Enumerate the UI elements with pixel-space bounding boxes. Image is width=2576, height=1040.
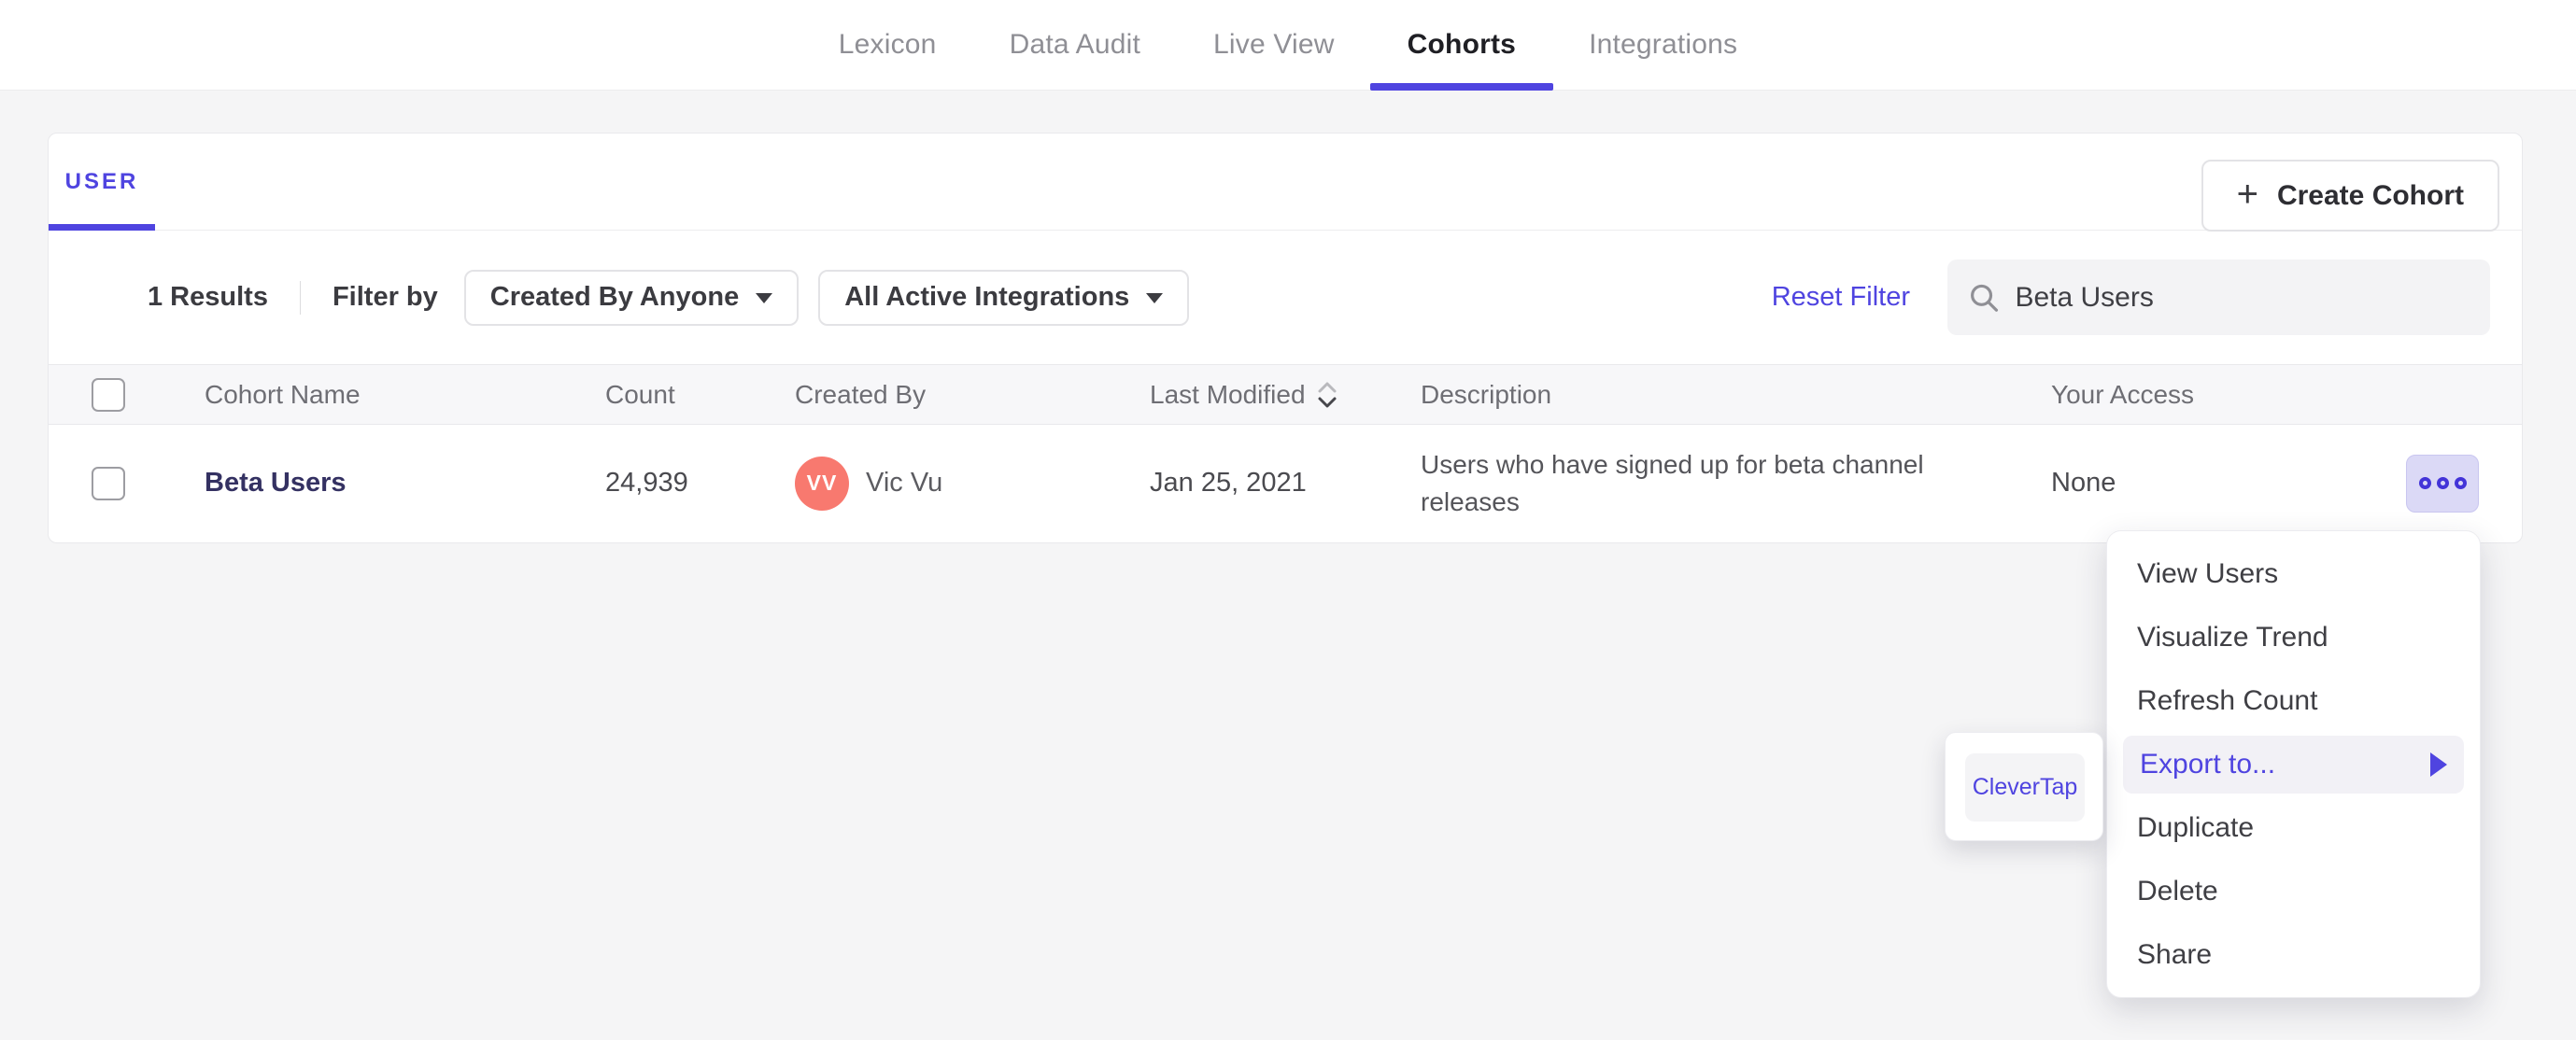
menu-item-export-to[interactable]: Export to... [2123,736,2464,794]
tab-data-audit[interactable]: Data Audit [1010,0,1140,91]
cohort-count: 24,939 [605,468,688,498]
export-submenu: CleverTap [1945,732,2103,841]
tab-integrations-label: Integrations [1589,29,1738,60]
tab-user-cohorts[interactable]: USER [49,134,155,231]
tab-live-view[interactable]: Live View [1213,0,1335,91]
plus-icon: + [2236,173,2258,215]
header-count: Count [605,379,675,409]
sort-icon[interactable] [1315,379,1339,411]
menu-item-duplicate[interactable]: Duplicate [2107,796,2480,860]
menu-item-refresh-count[interactable]: Refresh Count [2107,669,2480,733]
created-by-name: Vic Vu [866,468,943,498]
tab-user-cohorts-label: USER [64,169,139,194]
cohort-name-link[interactable]: Beta Users [205,468,347,498]
create-cohort-label: Create Cohort [2276,179,2464,211]
row-checkbox[interactable] [92,466,125,500]
chevron-down-icon [1146,293,1164,303]
tab-lexicon[interactable]: Lexicon [839,0,937,91]
tab-cohorts[interactable]: Cohorts [1369,0,1554,91]
menu-item-delete[interactable]: Delete [2107,860,2480,923]
cohorts-card: USER + Create Cohort 1 Results Filter by… [48,133,2523,543]
reset-filter-link[interactable]: Reset Filter [1772,282,1910,313]
ellipsis-icon [2436,477,2449,489]
submenu-arrow-icon [2430,752,2447,777]
tab-data-audit-label: Data Audit [1009,29,1141,60]
created-by-dropdown-value: Created By Anyone [489,282,740,312]
tab-integrations[interactable]: Integrations [1589,0,1737,91]
tab-live-view-label: Live View [1213,29,1335,60]
avatar: VV [795,456,849,511]
user-tab-underline [49,224,155,231]
header-created-by: Created By [795,379,927,409]
menu-item-share[interactable]: Share [2107,923,2480,987]
cohort-description: Users who have signed up for beta channe… [1421,449,1924,516]
filter-bar: 1 Results Filter by Created By Anyone Al… [49,231,2522,364]
tab-cohorts-label: Cohorts [1407,29,1517,60]
menu-item-export-to-label: Export to... [2140,749,2276,780]
header-cohort-name: Cohort Name [205,379,361,409]
created-by-dropdown[interactable]: Created By Anyone [463,269,800,326]
select-all-checkbox[interactable] [92,377,125,412]
search-icon [1971,284,1999,312]
table-row: Beta Users 24,939 VV Vic Vu Jan 25, 2021… [49,425,2522,541]
tab-lexicon-label: Lexicon [838,29,937,60]
active-tab-underline [1369,82,1554,91]
table-header-row: Cohort Name Count Created By Last Modifi… [49,364,2522,425]
search-box[interactable] [1947,260,2490,335]
header-description: Description [1421,379,1552,409]
last-modified-date: Jan 25, 2021 [1150,468,1307,498]
cohort-type-tabstrip: USER + Create Cohort [49,134,2522,232]
row-context-menu: View Users Visualize Trend Refresh Count… [2106,530,2481,998]
your-access-value: None [2051,468,2116,498]
header-last-modified: Last Modified [1150,379,1306,409]
top-navigation: Lexicon Data Audit Live View Cohorts Int… [0,0,2576,91]
chevron-down-icon [756,293,773,303]
search-input[interactable] [2015,281,2470,314]
filter-divider [299,280,301,315]
header-your-access: Your Access [2051,379,2195,409]
menu-item-visualize-trend[interactable]: Visualize Trend [2107,606,2480,669]
ellipsis-icon [2454,477,2467,489]
row-actions-button[interactable] [2406,454,2479,513]
filter-by-label: Filter by [332,282,438,312]
active-integrations-dropdown-value: All Active Integrations [844,282,1130,312]
results-count: 1 Results [148,282,268,312]
create-cohort-button[interactable]: + Create Cohort [2201,160,2499,232]
ellipsis-icon [2418,477,2431,489]
active-integrations-dropdown[interactable]: All Active Integrations [818,269,1190,326]
submenu-item-clevertap[interactable]: CleverTap [1965,753,2085,822]
menu-item-view-users[interactable]: View Users [2107,542,2480,606]
